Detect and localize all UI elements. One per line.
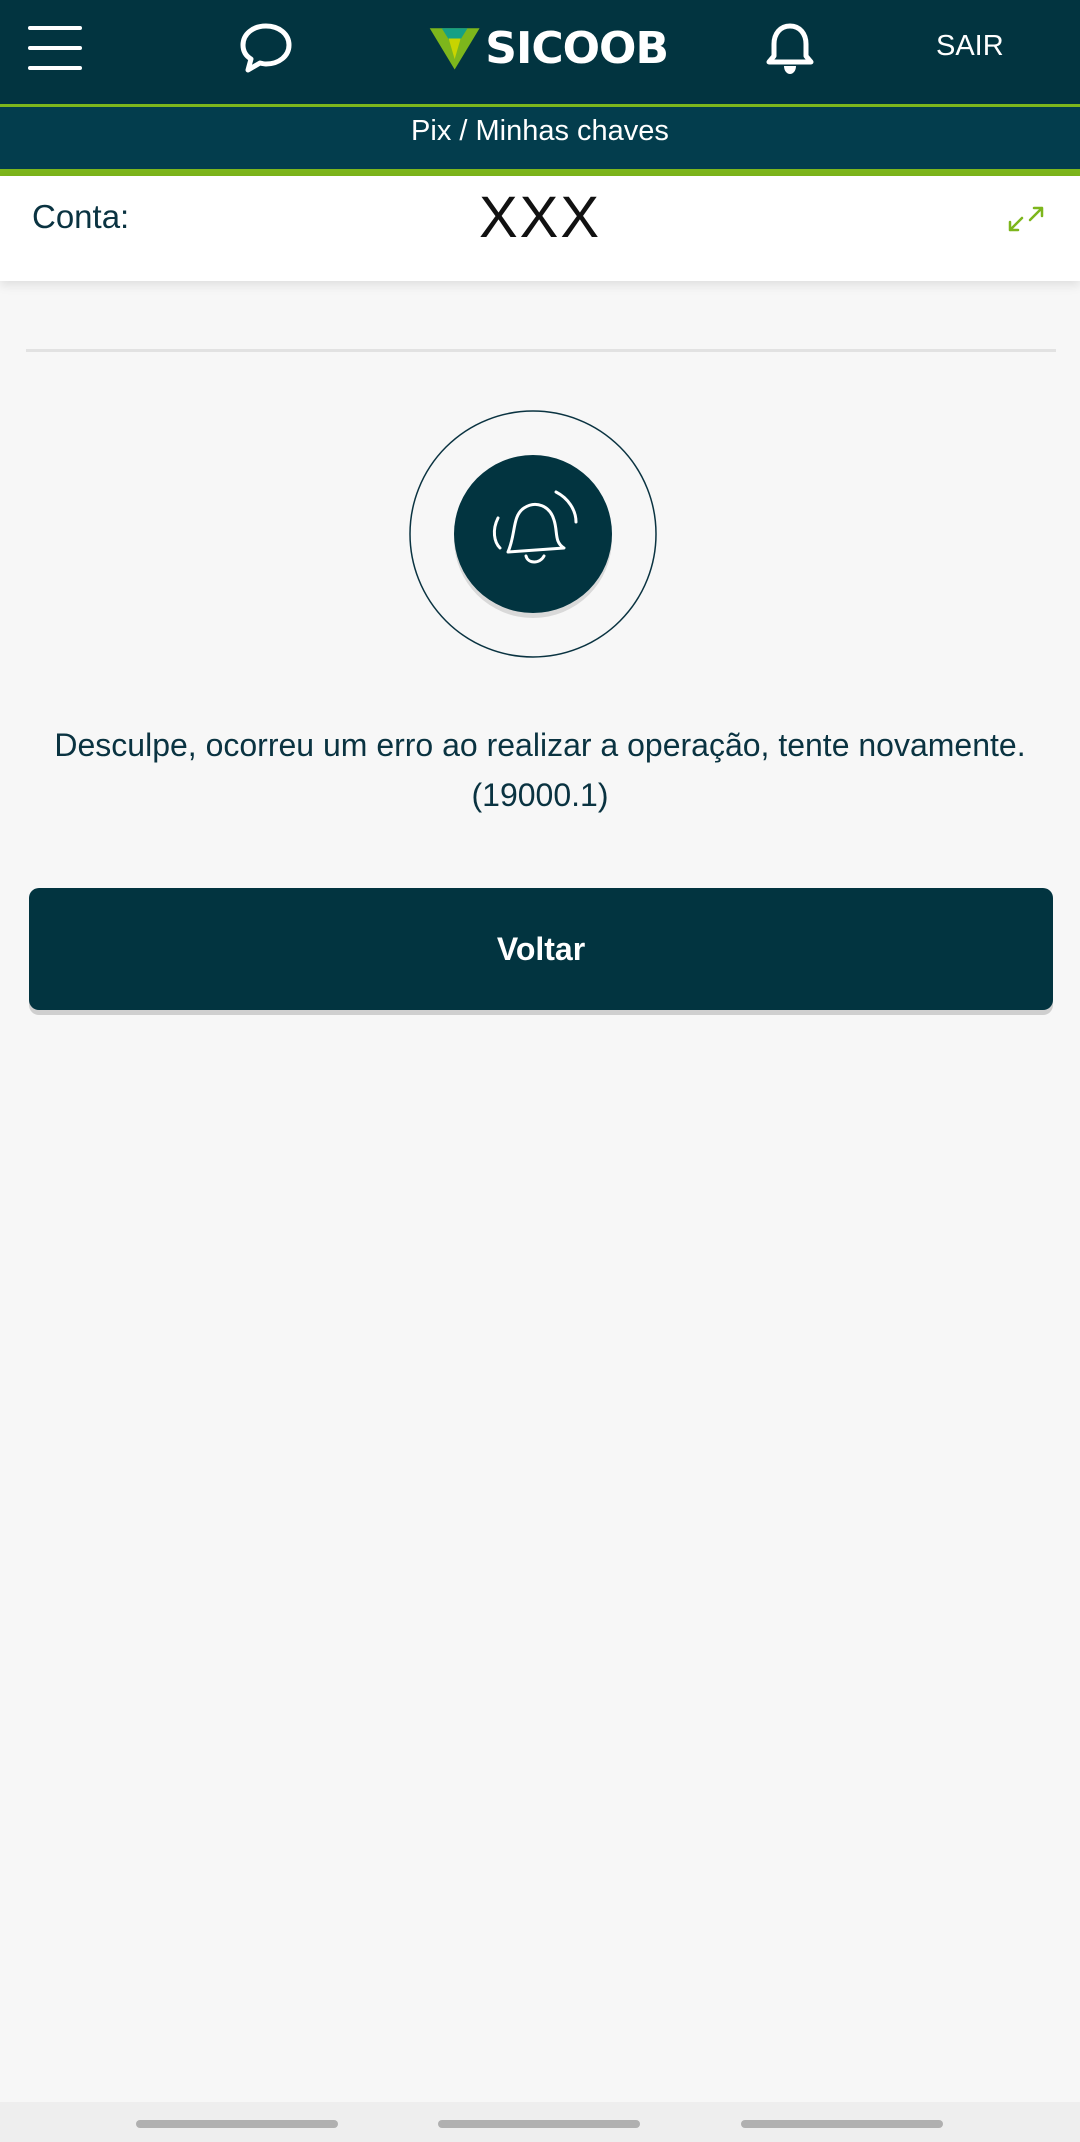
nav-home-handle[interactable] [438,2120,640,2128]
account-value: XXX [478,185,602,250]
error-message: Desculpe, ocorreu um erro ao realizar a … [54,727,1026,813]
ringing-bell-icon [409,410,657,658]
divider [26,349,1056,352]
sicoob-logo-mark-icon [429,28,480,70]
chat-bubble-icon[interactable] [238,20,294,76]
hamburger-menu-icon[interactable] [28,26,98,70]
top-app-bar: SICOOB SAIR [0,0,1080,107]
account-selector[interactable]: Conta: XXX [0,176,1080,281]
logout-button[interactable]: SAIR [936,30,1004,63]
breadcrumb: Pix / Minhas chaves [411,115,669,147]
back-button[interactable]: Voltar [29,888,1053,1010]
expand-arrows-icon[interactable] [1006,202,1048,236]
bell-icon[interactable] [762,20,818,78]
breadcrumb-bar: Pix / Minhas chaves [0,107,1080,176]
sicoob-logo: SICOOB [428,16,669,80]
system-navigation-bar [0,2102,1080,2142]
nav-recents-handle[interactable] [136,2120,338,2128]
logo-text: SICOOB [485,22,669,74]
nav-back-handle[interactable] [741,2120,943,2128]
